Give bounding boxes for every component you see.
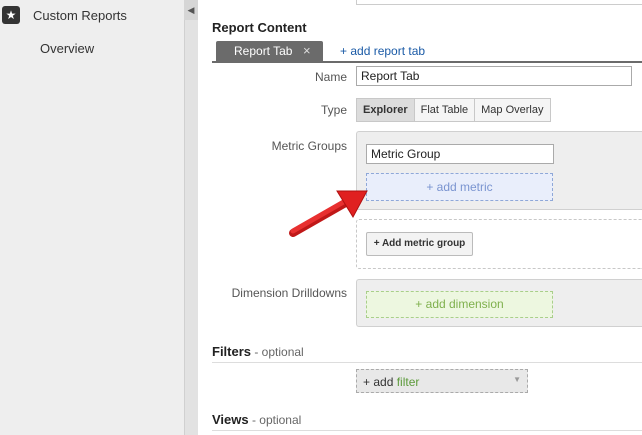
new-metric-group-area: + Add metric group [356,219,642,269]
add-report-tab-link[interactable]: + add report tab [340,44,425,58]
filters-title-text: Filters [212,344,252,359]
name-label: Name [314,70,347,84]
dimension-box: + add dimension [356,279,642,327]
type-segmented-control: Explorer Flat Table Map Overlay [356,98,551,122]
sidebar-item-custom-reports[interactable]: ★ Custom Reports [0,0,184,32]
sidebar-collapse-strip[interactable] [184,0,198,435]
sidebar: ★ Custom Reports Overview [0,0,184,435]
section-divider [212,430,642,431]
metric-group-name-field[interactable] [366,144,554,164]
close-icon[interactable]: × [303,43,311,58]
add-filter-prefix: + add [363,375,394,389]
filters-title: Filters - optional [212,344,304,359]
previous-section-box [356,0,642,5]
views-optional-text: - optional [248,413,302,427]
dimension-drilldowns-label: Dimension Drilldowns [231,286,347,300]
report-editor: Report Content Report Tab × + add report… [198,0,642,435]
metric-groups-label: Metric Groups [271,139,347,153]
tab-label: Report Tab [234,44,293,58]
add-filter-select[interactable]: + add filter ▼ [356,369,528,393]
star-icon: ★ [2,6,20,24]
sidebar-item-overview[interactable]: Overview [0,36,184,60]
tab-report-tab[interactable]: Report Tab × [216,41,323,61]
filters-optional-text: - optional [251,345,304,359]
metric-group-box: + add metric [356,131,642,210]
sidebar-item-label: Custom Reports [33,8,127,23]
add-metric-group-button[interactable]: + Add metric group [366,232,473,256]
name-field[interactable] [356,66,632,86]
add-filter-word: filter [396,375,420,389]
add-dimension-button[interactable]: + add dimension [366,291,553,318]
type-option-map-overlay[interactable]: Map Overlay [474,98,551,122]
tab-underline [212,61,642,63]
type-option-explorer[interactable]: Explorer [356,98,415,122]
views-title: Views - optional [212,412,301,427]
chevron-left-icon[interactable]: ◀ [184,0,198,20]
chevron-down-icon: ▼ [513,375,521,384]
type-label: Type [320,103,347,117]
report-content-title: Report Content [212,20,307,35]
sidebar-item-label: Overview [40,41,95,56]
views-title-text: Views [212,412,249,427]
add-metric-button[interactable]: + add metric [366,173,553,201]
type-option-flat-table[interactable]: Flat Table [413,98,476,122]
red-arrow-icon [289,190,368,237]
section-divider [212,362,642,363]
